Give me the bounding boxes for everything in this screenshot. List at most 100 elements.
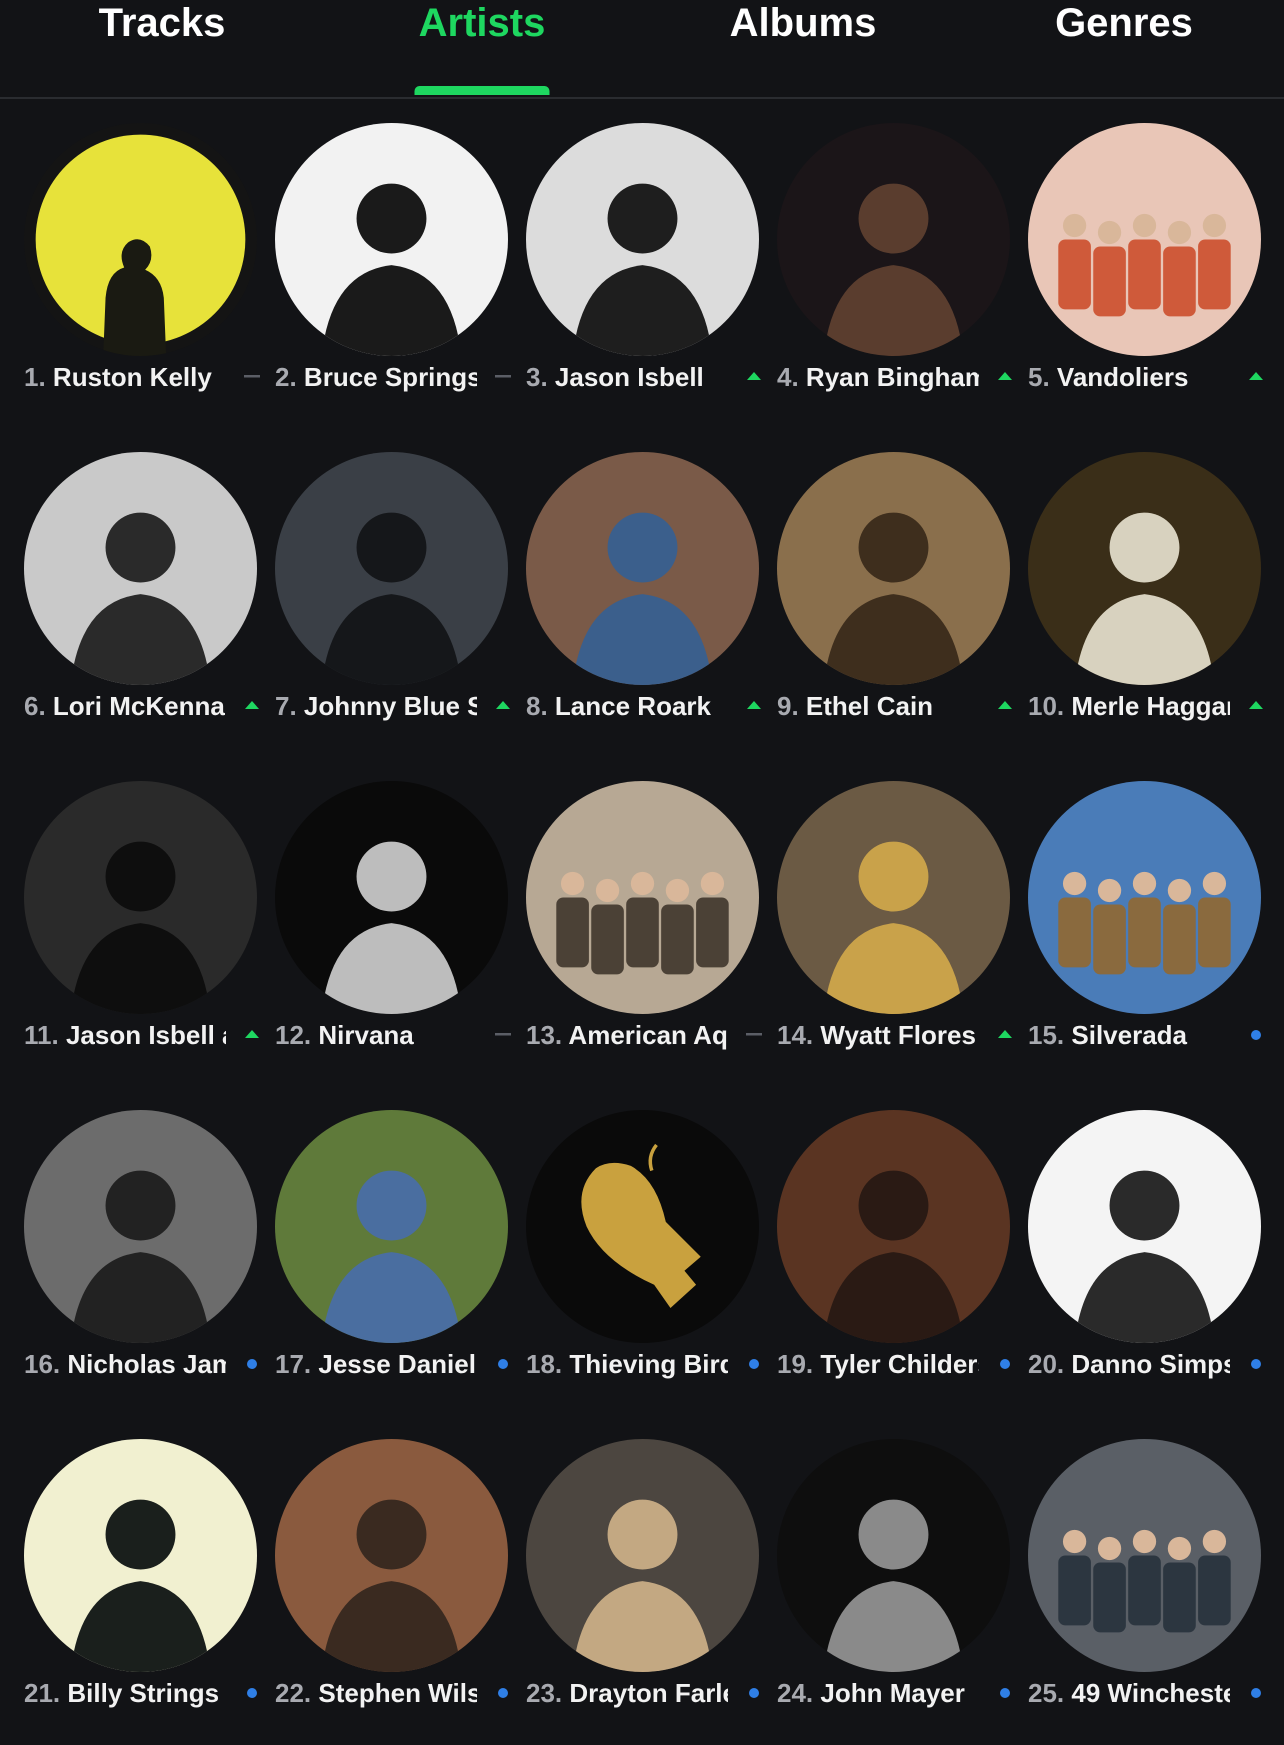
artist-label: 19. Tyler Childers xyxy=(777,1346,979,1382)
artist-card[interactable]: 5. Vandoliers xyxy=(1028,97,1279,426)
new-entry-dot-icon xyxy=(1246,1346,1266,1382)
artist-card[interactable]: 10. Merle Haggard xyxy=(1028,426,1279,755)
artist-card[interactable]: 19. Tyler Childers xyxy=(777,1084,1028,1413)
artist-label: 12. Nirvana xyxy=(275,1017,477,1053)
artist-card[interactable]: 17. Jesse Daniel xyxy=(275,1084,526,1413)
rank-up-icon xyxy=(242,688,262,724)
artist-rank: 3. xyxy=(526,362,548,392)
tab-artists[interactable]: Artists xyxy=(382,0,582,95)
artist-label: 16. Nicholas Jamerson xyxy=(24,1346,226,1382)
artist-card[interactable]: 20. Danno Simpson xyxy=(1028,1084,1279,1413)
artist-card[interactable]: 23. Drayton Farley xyxy=(526,1413,777,1742)
artist-rank: 20. xyxy=(1028,1349,1065,1379)
artist-card[interactable]: 7. Johnny Blue Skies xyxy=(275,426,526,755)
rank-up-icon xyxy=(744,359,764,395)
artist-name: Danno Simpson xyxy=(1071,1349,1230,1379)
tab-label: Genres xyxy=(1055,1,1193,45)
artist-rank: 11. xyxy=(24,1020,59,1050)
tab-label: Tracks xyxy=(98,1,226,45)
artist-card[interactable]: 12. Nirvana xyxy=(275,755,526,1084)
artist-card[interactable]: 2. Bruce Springsteen xyxy=(275,97,526,426)
new-entry-dot-icon xyxy=(242,1675,262,1711)
artist-card[interactable]: 14. Wyatt Flores xyxy=(777,755,1028,1084)
artist-label: 8. Lance Roark xyxy=(526,688,728,724)
artist-image xyxy=(777,123,1010,356)
rank-up-icon xyxy=(995,1017,1015,1053)
tab-bar: Tracks Artists Albums Genres xyxy=(0,0,1284,99)
tab-label: Albums xyxy=(729,1,877,45)
artist-image xyxy=(1028,123,1261,356)
tab-tracks[interactable]: Tracks xyxy=(62,0,262,95)
artist-label: 21. Billy Strings xyxy=(24,1675,226,1711)
artist-image xyxy=(24,781,257,1014)
artist-rank: 12. xyxy=(275,1020,312,1050)
artist-card[interactable]: 8. Lance Roark xyxy=(526,426,777,755)
artist-card[interactable]: 22. Stephen Wilson Jr. xyxy=(275,1413,526,1742)
artist-name: Jason Isbell xyxy=(554,362,704,392)
rank-same-icon xyxy=(493,359,513,395)
artist-card[interactable]: 4. Ryan Bingham xyxy=(777,97,1028,426)
artist-rank: 5. xyxy=(1028,362,1050,392)
artist-image xyxy=(526,781,759,1014)
artist-rank: 2. xyxy=(275,362,297,392)
artist-label: 25. 49 Winchester xyxy=(1028,1675,1230,1711)
new-entry-dot-icon xyxy=(242,1346,262,1382)
artist-label: 2. Bruce Springsteen xyxy=(275,359,477,395)
artist-image xyxy=(275,1439,508,1672)
artist-image xyxy=(1028,1110,1261,1343)
rank-up-icon xyxy=(1246,359,1266,395)
artist-name: Lori McKenna xyxy=(52,691,225,721)
artist-rank: 8. xyxy=(526,691,548,721)
artist-card[interactable]: 3. Jason Isbell xyxy=(526,97,777,426)
new-entry-dot-icon xyxy=(493,1675,513,1711)
artist-card[interactable]: 6. Lori McKenna xyxy=(24,426,275,755)
artist-label: 9. Ethel Cain xyxy=(777,688,979,724)
new-entry-dot-icon xyxy=(744,1346,764,1382)
artist-card[interactable]: 1. Ruston Kelly xyxy=(24,97,275,426)
artist-name: Silverada xyxy=(1071,1020,1188,1050)
artist-card[interactable]: 11. Jason Isbell and the 400 Unit xyxy=(24,755,275,1084)
artist-label: 22. Stephen Wilson Jr. xyxy=(275,1675,477,1711)
artist-image xyxy=(1028,452,1261,685)
artist-name: Ethel Cain xyxy=(805,691,934,721)
artist-card[interactable]: 13. American Aquarium xyxy=(526,755,777,1084)
artist-image xyxy=(526,123,759,356)
rank-up-icon xyxy=(744,688,764,724)
artist-rank: 18. xyxy=(526,1349,563,1379)
tab-genres[interactable]: Genres xyxy=(1024,0,1224,95)
new-entry-dot-icon xyxy=(1246,1675,1266,1711)
artist-rank: 23. xyxy=(526,1678,563,1708)
artist-card[interactable]: 21. Billy Strings xyxy=(24,1413,275,1742)
artist-name: Lance Roark xyxy=(554,691,711,721)
artist-name: Drayton Farley xyxy=(569,1678,728,1708)
artist-card[interactable]: 18. Thieving Birds xyxy=(526,1084,777,1413)
artist-image xyxy=(275,452,508,685)
artist-rank: 16. xyxy=(24,1349,61,1379)
artist-image xyxy=(275,781,508,1014)
artist-name: Vandoliers xyxy=(1056,362,1189,392)
artist-rank: 13. xyxy=(526,1020,563,1050)
artist-name: Bruce Springsteen xyxy=(303,362,477,392)
artist-rank: 21. xyxy=(24,1678,61,1708)
artist-image xyxy=(24,123,257,356)
artist-name: Billy Strings xyxy=(67,1678,220,1708)
artist-name: Tyler Childers xyxy=(820,1349,979,1379)
artist-card[interactable]: 24. John Mayer xyxy=(777,1413,1028,1742)
artist-label: 4. Ryan Bingham xyxy=(777,359,979,395)
artist-image xyxy=(24,452,257,685)
artist-image xyxy=(275,123,508,356)
artist-card[interactable]: 15. Silverada xyxy=(1028,755,1279,1084)
tab-albums[interactable]: Albums xyxy=(703,0,903,95)
artist-name: American Aquarium xyxy=(568,1020,728,1050)
artist-card[interactable]: 25. 49 Winchester xyxy=(1028,1413,1279,1742)
artist-name: Ryan Bingham xyxy=(805,362,979,392)
artist-rank: 17. xyxy=(275,1349,312,1379)
artist-image xyxy=(777,1110,1010,1343)
artist-rank: 14. xyxy=(777,1020,814,1050)
artist-card[interactable]: 9. Ethel Cain xyxy=(777,426,1028,755)
artist-image xyxy=(275,1110,508,1343)
artist-card[interactable]: 16. Nicholas Jamerson xyxy=(24,1084,275,1413)
artist-label: 18. Thieving Birds xyxy=(526,1346,728,1382)
artist-label: 15. Silverada xyxy=(1028,1017,1230,1053)
active-tab-indicator xyxy=(414,86,550,95)
